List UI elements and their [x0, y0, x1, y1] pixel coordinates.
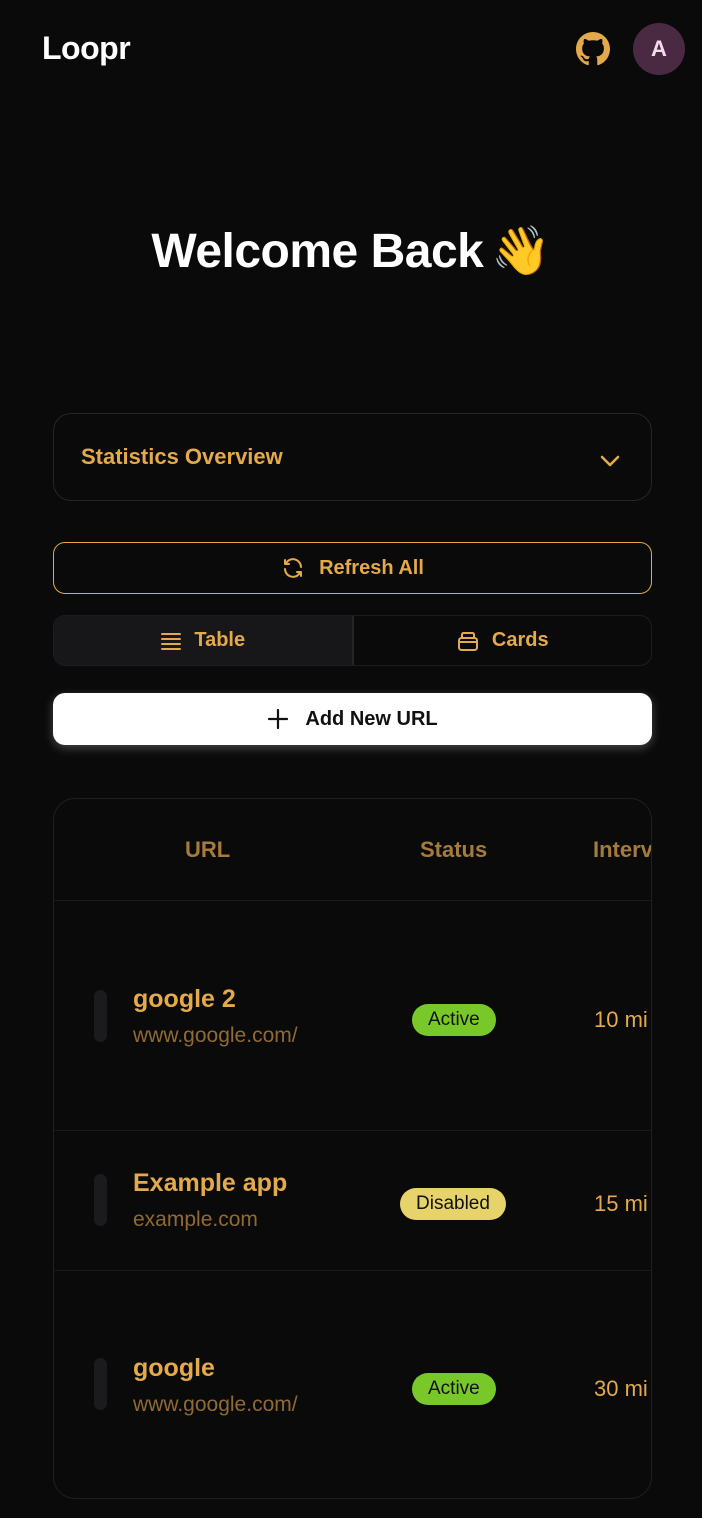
column-header-interval[interactable]: Interv — [593, 837, 651, 863]
table-view-label: Table — [194, 629, 246, 651]
table-row[interactable]: google 2 www.google.com/ Active 10 mi — [54, 901, 651, 1130]
welcome-title: Welcome Back — [151, 225, 484, 278]
url-host: www.google.com/ — [133, 1393, 298, 1416]
refresh-icon — [284, 558, 303, 578]
add-new-url-button[interactable]: Add New URL — [53, 693, 652, 745]
drag-handle[interactable] — [94, 990, 107, 1042]
cards-view-tab[interactable]: Cards — [354, 616, 652, 665]
interval-value: 10 mi — [594, 1007, 648, 1032]
urls-table: URL Status Interv google 2 www.google.co… — [53, 798, 652, 1499]
plus-icon — [268, 708, 289, 730]
welcome-heading: Welcome Back 👋 — [0, 222, 702, 279]
cards-icon — [457, 631, 478, 651]
url-name[interactable]: Example app — [133, 1169, 287, 1198]
url-host: www.google.com/ — [133, 1024, 298, 1047]
waving-hand-emoji: 👋 — [491, 225, 551, 278]
app-logo[interactable]: Loopr — [42, 30, 131, 67]
refresh-all-label: Refresh All — [319, 556, 424, 579]
url-name[interactable]: google — [133, 1354, 215, 1383]
statistics-overview-label: Statistics Overview — [81, 444, 283, 469]
cards-view-label: Cards — [491, 629, 549, 651]
view-toggle: Table Cards — [53, 615, 652, 666]
column-header-status[interactable]: Status — [420, 837, 487, 863]
refresh-all-button[interactable]: Refresh All — [53, 542, 652, 594]
column-header-url[interactable]: URL — [185, 837, 230, 863]
drag-handle[interactable] — [94, 1358, 107, 1410]
statistics-overview-accordion[interactable]: Statistics Overview — [53, 413, 652, 501]
drag-handle[interactable] — [94, 1174, 107, 1226]
user-avatar[interactable]: A — [633, 23, 685, 75]
chevron-down-icon — [600, 455, 620, 467]
status-badge: Active — [412, 1373, 496, 1405]
add-new-url-label: Add New URL — [305, 707, 438, 730]
url-host: example.com — [133, 1208, 258, 1231]
table-row[interactable]: google www.google.com/ Active 30 mi — [54, 1271, 651, 1498]
interval-value: 15 mi — [594, 1191, 648, 1216]
top-bar: Loopr A — [0, 0, 702, 100]
interval-value: 30 mi — [594, 1376, 648, 1401]
status-badge: Disabled — [400, 1188, 506, 1220]
github-icon[interactable] — [576, 32, 610, 66]
table-row[interactable]: Example app example.com Disabled 15 mi — [54, 1131, 651, 1270]
status-badge: Active — [412, 1004, 496, 1036]
table-list-icon — [161, 632, 182, 650]
url-name[interactable]: google 2 — [133, 985, 236, 1014]
table-view-tab[interactable]: Table — [54, 616, 354, 665]
